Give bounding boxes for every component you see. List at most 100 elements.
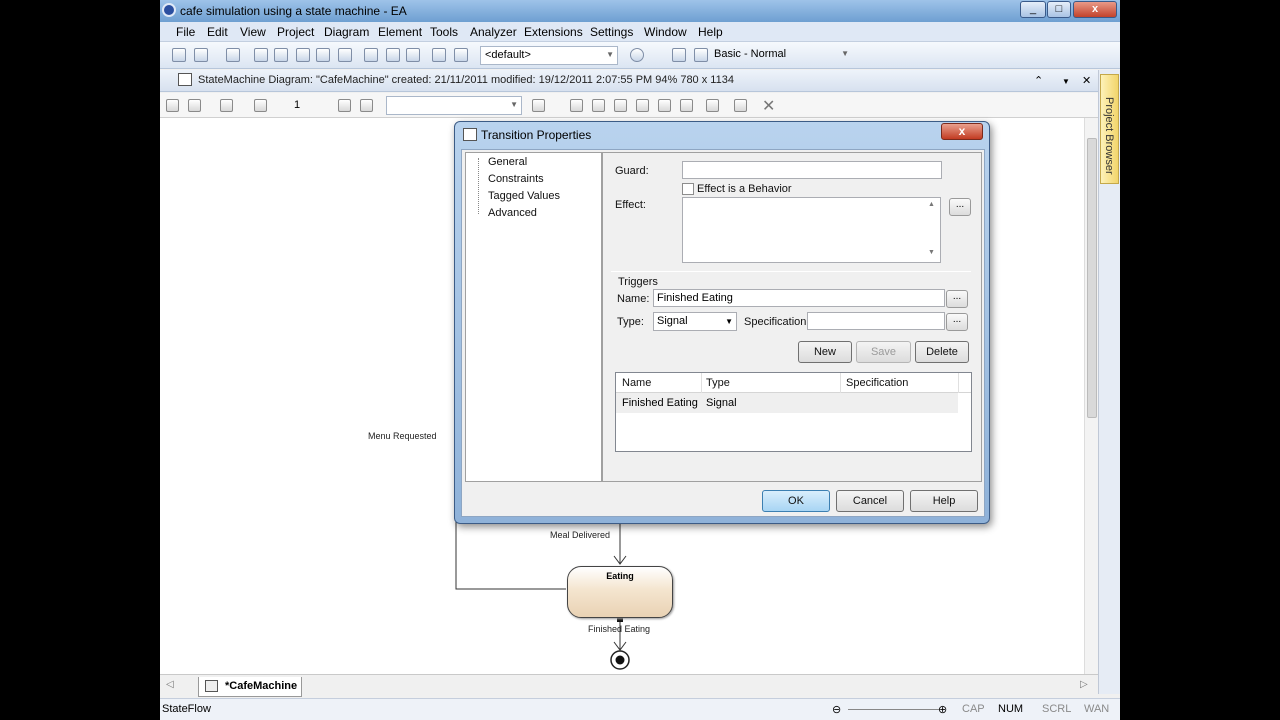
collapse-icon[interactable]: ⌃ [1034, 74, 1043, 87]
column-type[interactable]: Type [706, 377, 730, 389]
align-bottom-icon[interactable] [636, 99, 649, 112]
tree-item-tagged-values[interactable]: Tagged Values [488, 190, 560, 202]
align-left-icon[interactable] [570, 99, 583, 112]
target-icon[interactable] [630, 48, 644, 62]
menu-requested-label[interactable]: Menu Requested [368, 431, 437, 441]
zoom-slider[interactable] [848, 709, 940, 710]
specification-field[interactable] [807, 312, 945, 330]
cut-icon[interactable] [254, 48, 268, 62]
layout-tools-icon[interactable] [706, 99, 719, 112]
menu-analyzer[interactable]: Analyzer [470, 25, 517, 39]
state-eating[interactable]: Eating [567, 566, 673, 618]
tab-cafemachine[interactable]: *CafeMachine [198, 677, 302, 697]
ea-app-icon[interactable] [162, 3, 176, 17]
project-browser-tab[interactable]: Project Browser [1100, 74, 1119, 184]
cancel-button[interactable]: Cancel [836, 490, 904, 512]
help-button[interactable]: Help [910, 490, 978, 512]
zoom-icon[interactable] [734, 99, 747, 112]
menu-window[interactable]: Window [644, 25, 687, 39]
model-search-icon[interactable] [454, 48, 468, 62]
menu-project[interactable]: Project [277, 25, 314, 39]
menu-element[interactable]: Element [378, 25, 422, 39]
perspective-icon[interactable] [694, 48, 708, 62]
save-trigger-button[interactable]: Save [856, 341, 911, 363]
close-window-button[interactable]: x [1073, 1, 1117, 18]
align-right-icon[interactable] [592, 99, 605, 112]
fill-color-icon[interactable] [220, 99, 233, 112]
scroll-right-icon[interactable]: ▷ [1080, 679, 1088, 690]
maximize-button[interactable]: □ [1047, 1, 1071, 18]
close-toolbar-icon[interactable]: ✕ [762, 96, 775, 116]
workspace-combo-value: <default> [485, 49, 531, 61]
scrollbar-thumb[interactable] [1087, 138, 1097, 418]
ok-button[interactable]: OK [762, 490, 830, 512]
diagram-icon [205, 680, 218, 692]
menu-edit[interactable]: Edit [207, 25, 228, 39]
scroll-up-icon[interactable]: ▲ [928, 201, 935, 208]
dialog-close-button[interactable]: x [941, 123, 983, 140]
search-icon[interactable] [432, 48, 446, 62]
line-color-icon[interactable] [254, 99, 267, 112]
open-folder-icon[interactable] [194, 48, 208, 62]
font-color-icon[interactable] [188, 99, 201, 112]
copy-icon[interactable] [274, 48, 288, 62]
scroll-down-icon[interactable]: ▼ [928, 249, 935, 256]
table-row[interactable]: Finished Eating Signal [616, 393, 958, 413]
layout-icon[interactable] [672, 48, 686, 62]
same-width-icon[interactable] [658, 99, 671, 112]
meal-delivered-label[interactable]: Meal Delivered [550, 530, 610, 540]
font-icon[interactable] [166, 99, 179, 112]
column-specification[interactable]: Specification [846, 377, 908, 389]
style-combo[interactable]: ▼ [386, 96, 522, 115]
eyedropper-icon[interactable] [360, 99, 373, 112]
scroll-left-icon[interactable]: ◁ [166, 679, 174, 690]
find-icon[interactable] [364, 48, 378, 62]
save-icon[interactable] [226, 48, 240, 62]
paste-icon[interactable] [296, 48, 310, 62]
specification-browse-button[interactable]: ... [946, 313, 968, 331]
menu-file[interactable]: File [176, 25, 195, 39]
new-icon[interactable] [172, 48, 186, 62]
menu-tools[interactable]: Tools [430, 25, 458, 39]
cap-indicator: CAP [962, 703, 985, 715]
trigger-type-select[interactable]: Signal ▼ [653, 312, 737, 331]
effect-field[interactable] [682, 197, 941, 263]
new-trigger-button[interactable]: New [798, 341, 852, 363]
row-type-cell: Signal [706, 397, 737, 409]
trigger-name-browse-button[interactable]: ... [946, 290, 968, 308]
page-icon[interactable] [386, 48, 400, 62]
line-width-value[interactable]: 1 [294, 99, 300, 111]
chevron-down-icon[interactable]: ▼ [1062, 77, 1070, 86]
trigger-name-field[interactable]: Finished Eating [653, 289, 945, 307]
zoom-out-icon[interactable]: ⊖ [832, 703, 841, 716]
tree-item-constraints[interactable]: Constraints [488, 173, 544, 185]
format-painter-icon[interactable] [338, 99, 351, 112]
zoom-in-icon[interactable]: ⊕ [938, 703, 947, 716]
redo-icon[interactable] [338, 48, 352, 62]
same-height-icon[interactable] [680, 99, 693, 112]
tree-item-general[interactable]: General [488, 156, 527, 168]
effect-browse-button[interactable]: ... [949, 198, 971, 216]
effect-is-behavior-checkbox[interactable] [682, 183, 694, 195]
align-top-icon[interactable] [614, 99, 627, 112]
print-icon[interactable] [406, 48, 420, 62]
menu-extensions[interactable]: Extensions [524, 25, 583, 39]
menu-help[interactable]: Help [698, 25, 723, 39]
tree-item-advanced[interactable]: Advanced [488, 207, 537, 219]
connector-style-icon[interactable] [532, 99, 545, 112]
canvas-vertical-scrollbar[interactable] [1084, 118, 1098, 674]
workspace-combo[interactable]: <default> ▼ [480, 46, 618, 65]
triggers-table-header: Name Type Specification [616, 373, 971, 393]
undo-icon[interactable] [316, 48, 330, 62]
perspective-combo-value: Basic - Normal [714, 48, 787, 60]
close-diagram-icon[interactable]: ✕ [1082, 74, 1091, 87]
menu-view[interactable]: View [240, 25, 266, 39]
guard-field[interactable] [682, 161, 942, 179]
delete-trigger-button[interactable]: Delete [915, 341, 969, 363]
minimize-button[interactable]: _ [1020, 1, 1046, 18]
menu-settings[interactable]: Settings [590, 25, 633, 39]
column-name[interactable]: Name [622, 377, 651, 389]
menu-diagram[interactable]: Diagram [324, 25, 369, 39]
perspective-combo[interactable]: Basic - Normal ▼ [710, 46, 852, 65]
finished-eating-label[interactable]: Finished Eating [588, 624, 650, 634]
